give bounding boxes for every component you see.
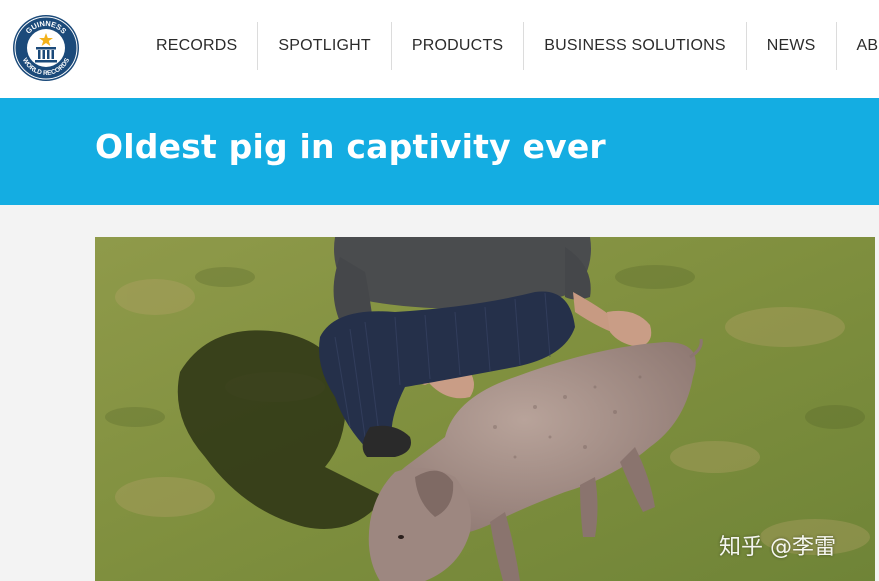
page-title: Oldest pig in captivity ever bbox=[95, 127, 606, 166]
nav-item-spotlight[interactable]: SPOTLIGHT bbox=[258, 22, 392, 70]
title-banner: Oldest pig in captivity ever bbox=[0, 98, 879, 205]
nav-item-about[interactable]: ABOU bbox=[837, 22, 879, 70]
nav-item-business-solutions[interactable]: BUSINESS SOLUTIONS bbox=[524, 22, 747, 70]
nav-item-news[interactable]: NEWS bbox=[747, 22, 837, 70]
nav-item-products[interactable]: PRODUCTS bbox=[392, 22, 525, 70]
main-content bbox=[0, 205, 879, 581]
main-nav: RECORDS SPOTLIGHT PRODUCTS BUSINESS SOLU… bbox=[136, 22, 879, 70]
nav-item-records[interactable]: RECORDS bbox=[136, 22, 259, 70]
zhihu-watermark: 知乎 @李雷 bbox=[719, 535, 836, 560]
gwr-logo-icon: GUINNESS WORLD RECORDS bbox=[13, 15, 79, 81]
site-header: GUINNESS WORLD RECORDS RECORDS SPOTLIGHT… bbox=[0, 0, 879, 98]
guinness-world-records-logo[interactable]: GUINNESS WORLD RECORDS bbox=[12, 14, 80, 82]
